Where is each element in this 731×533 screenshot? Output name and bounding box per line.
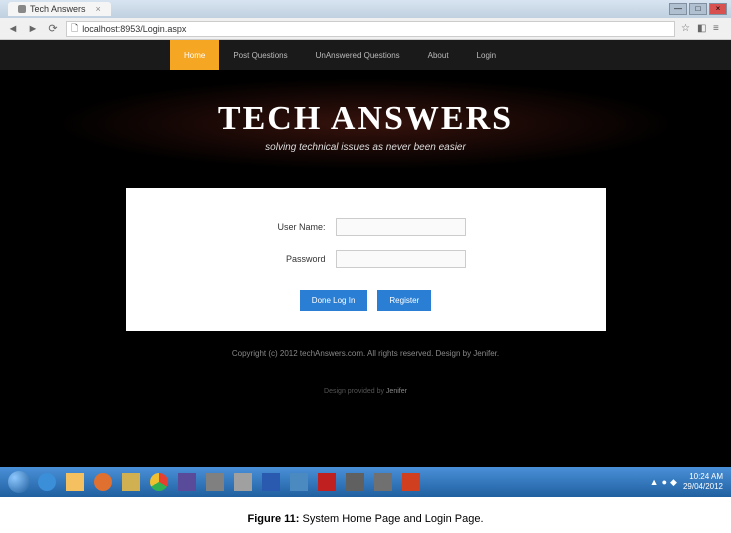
taskbar-app2[interactable] — [202, 470, 228, 494]
bookmark-icon[interactable]: ☆ — [681, 23, 693, 35]
password-row: Password — [126, 250, 606, 268]
browser-titlebar: Tech Answers × — □ × — [0, 0, 731, 18]
nav-home[interactable]: Home — [170, 40, 219, 70]
forward-button[interactable]: ► — [26, 22, 40, 36]
nav-about[interactable]: About — [414, 40, 463, 70]
start-button[interactable] — [4, 469, 34, 495]
reload-button[interactable]: ⟳ — [46, 22, 60, 36]
tray-up-icon[interactable]: ▲ — [650, 477, 659, 488]
windows-taskbar: ▲ ● ◆ 10:24 AM 29/04/2012 — [0, 467, 731, 497]
username-label: User Name: — [266, 222, 326, 232]
footer-design: Design provided by Jenifer — [0, 388, 731, 395]
menu-icon[interactable]: ≡ — [713, 23, 725, 35]
hero-subtitle: solving technical issues as never been e… — [0, 142, 731, 153]
taskbar-app1[interactable] — [174, 470, 200, 494]
taskbar-app5[interactable] — [342, 470, 368, 494]
close-button[interactable]: × — [709, 3, 727, 15]
password-input[interactable] — [336, 250, 466, 268]
taskbar-word[interactable] — [258, 470, 284, 494]
tray-date: 29/04/2012 — [683, 482, 723, 492]
password-label: Password — [266, 254, 326, 264]
nav-login[interactable]: Login — [463, 40, 511, 70]
taskbar-app3[interactable] — [230, 470, 256, 494]
start-orb-icon — [8, 471, 30, 493]
back-button[interactable]: ◄ — [6, 22, 20, 36]
toolbar-right: ☆ ◧ ≡ — [681, 23, 725, 35]
nav-post-questions[interactable]: Post Questions — [219, 40, 301, 70]
tray-notif-icon[interactable]: ◆ — [670, 477, 677, 488]
tray-icons[interactable]: ▲ ● ◆ — [650, 477, 677, 488]
page-content: Home Post Questions UnAnswered Questions… — [0, 40, 731, 480]
tab-favicon-icon — [18, 5, 26, 13]
username-row: User Name: — [126, 218, 606, 236]
login-card: User Name: Password Done Log In Register — [126, 188, 606, 331]
nav-unanswered[interactable]: UnAnswered Questions — [302, 40, 414, 70]
browser-tab[interactable]: Tech Answers × — [8, 2, 111, 16]
button-row: Done Log In Register — [126, 290, 606, 311]
window-controls: — □ × — [669, 3, 731, 15]
caption-label: Figure 11: — [247, 513, 299, 525]
minimize-button[interactable]: — — [669, 3, 687, 15]
register-button[interactable]: Register — [377, 290, 431, 311]
maximize-button[interactable]: □ — [689, 3, 707, 15]
address-bar[interactable]: 🗋 localhost:8953/Login.aspx — [66, 21, 675, 37]
figure-caption: Figure 11: System Home Page and Login Pa… — [0, 513, 731, 525]
taskbar-chrome[interactable] — [146, 470, 172, 494]
footer-design-prefix: Design provided by — [324, 388, 386, 395]
footer-copyright: Copyright (c) 2012 techAnswers.com. All … — [0, 349, 731, 358]
username-input[interactable] — [336, 218, 466, 236]
taskbar-ie[interactable] — [34, 470, 60, 494]
page-icon: 🗋 — [71, 21, 78, 37]
taskbar-folder[interactable] — [118, 470, 144, 494]
taskbar-adobe[interactable] — [314, 470, 340, 494]
tab-title: Tech Answers — [30, 4, 86, 14]
tray-time: 10:24 AM — [683, 472, 723, 482]
taskbar-items — [34, 470, 424, 494]
hero-title: TECH ANSWERS — [0, 100, 731, 138]
taskbar-explorer[interactable] — [62, 470, 88, 494]
taskbar-powerpoint[interactable] — [398, 470, 424, 494]
taskbar-media[interactable] — [90, 470, 116, 494]
taskbar-app6[interactable] — [370, 470, 396, 494]
tab-close-icon[interactable]: × — [96, 4, 101, 14]
taskbar-app4[interactable] — [286, 470, 312, 494]
browser-toolbar: ◄ ► ⟳ 🗋 localhost:8953/Login.aspx ☆ ◧ ≡ — [0, 18, 731, 40]
login-button[interactable]: Done Log In — [300, 290, 368, 311]
url-text: localhost:8953/Login.aspx — [82, 24, 186, 34]
system-tray: ▲ ● ◆ 10:24 AM 29/04/2012 — [650, 472, 727, 491]
tray-clock[interactable]: 10:24 AM 29/04/2012 — [683, 472, 727, 491]
hero-section: TECH ANSWERS solving technical issues as… — [0, 70, 731, 178]
main-navbar: Home Post Questions UnAnswered Questions… — [0, 40, 731, 70]
caption-text: System Home Page and Login Page. — [299, 513, 483, 525]
footer-design-link[interactable]: Jenifer — [386, 388, 407, 395]
tray-status-icon[interactable]: ● — [662, 477, 667, 488]
extension-icon[interactable]: ◧ — [697, 23, 709, 35]
